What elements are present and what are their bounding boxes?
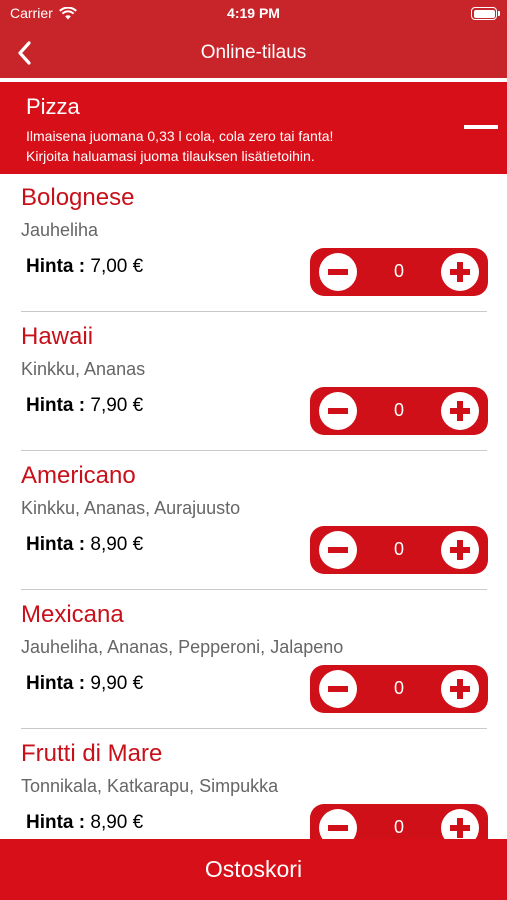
page-title: Online-tilaus <box>200 42 307 63</box>
item-price: Hinta : 8,90 € <box>26 812 143 834</box>
quantity-stepper: 0 <box>310 804 488 839</box>
item-description: Tonnikala, Katkarapu, Simpukka <box>21 776 279 796</box>
quantity-value: 0 <box>393 678 404 698</box>
section-note-line-2: Kirjoita haluamasi juoma tilauksen lisät… <box>26 148 315 164</box>
item-description: Kinkku, Ananas <box>21 359 146 379</box>
increase-quantity-button[interactable] <box>441 392 479 430</box>
decrease-quantity-button[interactable] <box>319 670 357 708</box>
increase-quantity-button[interactable] <box>441 531 479 569</box>
list-item: Bolognese Jauheliha Hinta : 7,00 € 0 <box>0 174 507 313</box>
item-divider <box>21 450 487 451</box>
list-item: Americano Kinkku, Ananas, Aurajuusto Hin… <box>0 452 507 591</box>
section-title: Pizza <box>26 94 80 119</box>
list-item: Mexicana Jauheliha, Ananas, Pepperoni, J… <box>0 591 507 730</box>
item-divider <box>21 311 487 312</box>
item-divider <box>21 728 487 729</box>
item-description: Jauheliha, Ananas, Pepperoni, Jalapeno <box>21 637 344 657</box>
item-price: Hinta : 8,90 € <box>26 534 143 556</box>
increase-quantity-button[interactable] <box>441 809 479 839</box>
item-price: Hinta : 9,90 € <box>26 673 143 695</box>
item-name: Hawaii <box>21 323 94 350</box>
navigation-bar: Online-tilaus <box>0 28 507 78</box>
decrease-quantity-button[interactable] <box>319 531 357 569</box>
status-time: 4:19 PM <box>227 5 280 21</box>
quantity-value: 0 <box>393 817 404 837</box>
quantity-value: 0 <box>393 400 404 420</box>
increase-quantity-button[interactable] <box>441 253 479 291</box>
item-description: Kinkku, Ananas, Aurajuusto <box>21 498 241 518</box>
section-header-pizza[interactable]: Pizza Ilmaisena juomana 0,33 l cola, col… <box>0 82 507 174</box>
price-label: Hinta : <box>26 395 86 416</box>
battery-icon <box>471 7 500 20</box>
item-name: Frutti di Mare <box>21 740 163 767</box>
price-value: 9,90 € <box>90 673 144 694</box>
item-price: Hinta : 7,90 € <box>26 395 143 417</box>
list-item: Frutti di Mare Tonnikala, Katkarapu, Sim… <box>0 730 507 839</box>
quantity-stepper: 0 <box>310 665 488 713</box>
menu-list[interactable]: Bolognese Jauheliha Hinta : 7,00 € 0 Haw… <box>0 174 507 839</box>
item-divider <box>21 589 487 590</box>
item-name: Americano <box>21 462 136 489</box>
section-note-line-1: Ilmaisena juomana 0,33 l cola, cola zero… <box>26 128 334 144</box>
section-note: Ilmaisena juomana 0,33 l cola, cola zero… <box>26 126 333 166</box>
price-value: 8,90 € <box>90 534 144 555</box>
decrease-quantity-button[interactable] <box>319 392 357 430</box>
collapse-section-button[interactable] <box>464 125 498 129</box>
quantity-value: 0 <box>393 539 404 559</box>
decrease-quantity-button[interactable] <box>319 253 357 291</box>
status-bar: Carrier 4:19 PM <box>0 0 507 28</box>
quantity-stepper: 0 <box>310 387 488 435</box>
increase-quantity-button[interactable] <box>441 670 479 708</box>
quantity-value: 0 <box>393 261 404 281</box>
price-value: 7,90 € <box>90 395 144 416</box>
decrease-quantity-button[interactable] <box>319 809 357 839</box>
item-name: Mexicana <box>21 601 124 628</box>
item-price: Hinta : 7,00 € <box>26 256 143 278</box>
price-label: Hinta : <box>26 673 86 694</box>
price-label: Hinta : <box>26 534 86 555</box>
quantity-stepper: 0 <box>310 526 488 574</box>
item-description: Jauheliha <box>21 220 99 240</box>
price-value: 8,90 € <box>90 812 144 833</box>
item-name: Bolognese <box>21 184 135 211</box>
price-label: Hinta : <box>26 812 86 833</box>
price-label: Hinta : <box>26 256 86 277</box>
price-value: 7,00 € <box>90 256 144 277</box>
quantity-stepper: 0 <box>310 248 488 296</box>
list-item: Hawaii Kinkku, Ananas Hinta : 7,90 € 0 <box>0 313 507 452</box>
cart-button[interactable]: Ostoskori <box>0 839 507 900</box>
